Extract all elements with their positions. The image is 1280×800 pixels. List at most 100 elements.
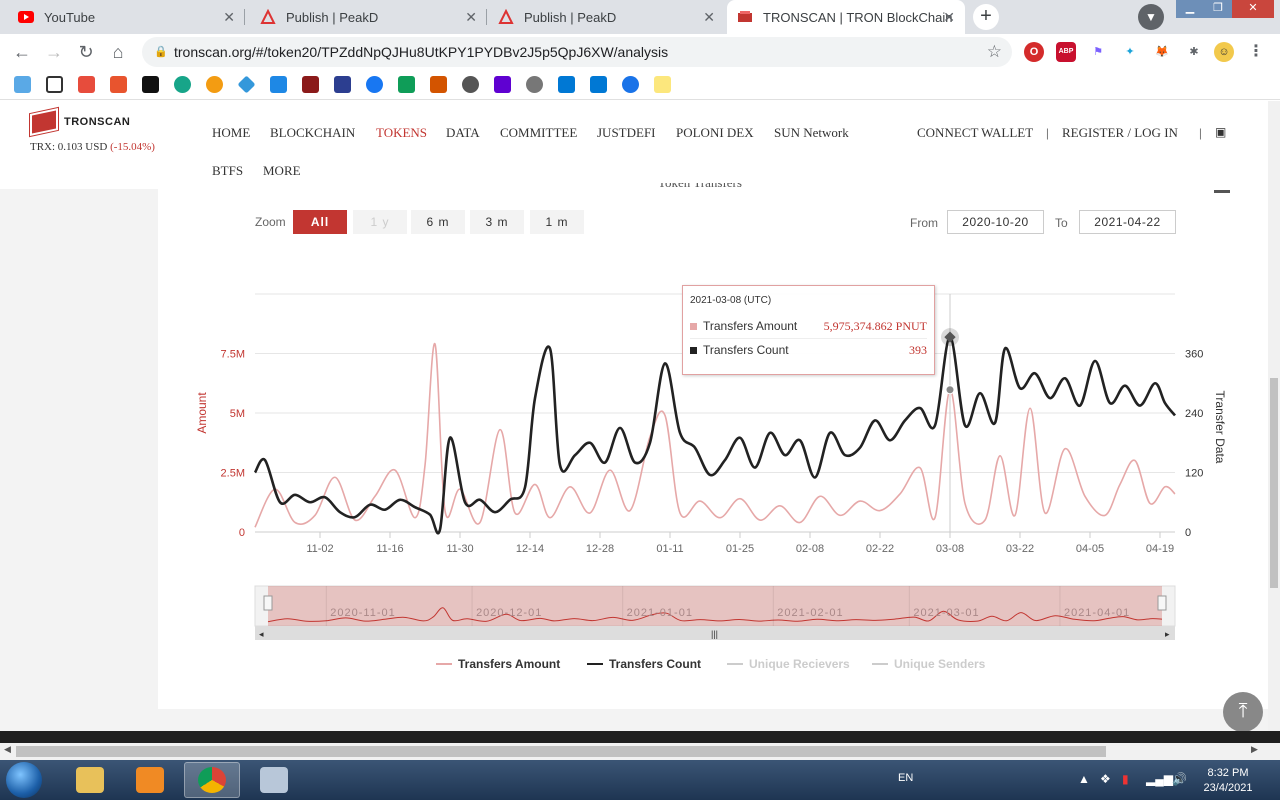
volume-icon[interactable]: 🔊 (1172, 772, 1187, 786)
legend-unique-receivers[interactable]: Unique Recievers (727, 657, 850, 671)
opera-extension-icon[interactable]: O (1024, 42, 1044, 62)
start-button[interactable] (6, 762, 42, 798)
bookmark-icon[interactable] (302, 76, 319, 93)
bookmark-star-icon[interactable]: ☆ (987, 37, 1002, 67)
legend-transfers-count[interactable]: Transfers Count (587, 657, 701, 671)
network-icon[interactable]: ▂▄▆ (1146, 772, 1173, 786)
globe-icon[interactable] (462, 76, 479, 93)
register-login-button[interactable]: REGISTER / LOG IN (1062, 125, 1178, 141)
page-viewport: TRONSCAN TRX: 0.103 USD (-15.04%) HOME B… (0, 101, 1268, 731)
bookmark-icon[interactable] (526, 76, 543, 93)
home-icon[interactable]: ⌂ (106, 40, 130, 64)
maximize-icon[interactable]: ❐ (1204, 0, 1232, 18)
tab-tronscan[interactable]: TRONSCAN | TRON BlockChain E ✕ (727, 0, 965, 34)
metamask-icon[interactable]: 🦊 (1152, 42, 1172, 62)
navigator-tick-label: 2021-03-01 (913, 607, 979, 619)
close-icon[interactable]: ✕ (223, 9, 235, 26)
taskbar-explorer[interactable] (62, 762, 118, 798)
y-right-tick-label: 120 (1185, 468, 1203, 480)
bookmark-icon[interactable] (270, 76, 287, 93)
lock-icon: 🔒 (154, 46, 168, 58)
avatar[interactable]: ☺ (1214, 42, 1234, 62)
bookmark-icon[interactable] (430, 76, 447, 93)
taskbar-chrome[interactable] (184, 762, 240, 798)
legend-line-icon (436, 663, 452, 665)
bookmark-icon[interactable] (78, 76, 95, 93)
forward-icon[interactable]: → (42, 40, 66, 64)
extension-icon[interactable]: ✦ (1120, 42, 1140, 62)
bookmark-icon[interactable] (237, 75, 256, 94)
nav-justdefi[interactable]: JUSTDEFI (597, 125, 656, 141)
bookmark-icon[interactable] (398, 76, 415, 93)
cube-icon[interactable]: ▣ (1215, 125, 1226, 140)
facebook-icon[interactable] (366, 76, 383, 93)
extension-icon[interactable]: ⚑ (1088, 42, 1108, 62)
nav-data[interactable]: DATA (446, 125, 480, 141)
scroll-right-icon[interactable]: ▶ (1251, 744, 1258, 755)
taskbar-calculator[interactable] (246, 762, 302, 798)
scroll-to-top-button[interactable]: ⤒ (1223, 692, 1263, 731)
nav-more[interactable]: MORE (263, 163, 301, 179)
nav-home[interactable]: HOME (212, 125, 250, 141)
profile-menu-icon[interactable]: ▼ (1138, 4, 1164, 30)
close-icon[interactable]: ✕ (465, 9, 477, 26)
gear-icon[interactable] (622, 76, 639, 93)
nav-committee[interactable]: COMMITTEE (500, 125, 577, 141)
hover-point-amount (945, 385, 955, 395)
language-indicator[interactable]: EN (898, 772, 913, 784)
address-bar[interactable]: 🔒 tronscan.org/#/token20/TPZddNpQJHu8UtK… (142, 37, 1012, 67)
outlook-icon[interactable] (590, 76, 607, 93)
window-close-icon[interactable]: ✕ (1232, 0, 1274, 18)
bookmark-icon[interactable] (14, 76, 31, 93)
system-clock[interactable]: 8:32 PM 23/4/2021 (1198, 766, 1258, 796)
tronscan-logo[interactable]: TRONSCAN (30, 108, 130, 136)
dropbox-icon[interactable]: ❖ (1100, 772, 1111, 786)
vertical-scrollbar[interactable] (1268, 101, 1280, 731)
taskbar-media-player[interactable] (122, 762, 178, 798)
battery-icon[interactable]: ▮ (1122, 772, 1129, 786)
bookmark-icon[interactable] (46, 76, 63, 93)
page-footer-strip (0, 731, 1280, 743)
bookmark-icon[interactable] (142, 76, 159, 93)
legend-transfers-amount[interactable]: Transfers Amount (436, 657, 560, 671)
browser-toolbar: ← → ↻ ⌂ 🔒 tronscan.org/#/token20/TPZddNp… (0, 34, 1280, 70)
scrollbar-thumb[interactable] (16, 746, 1106, 757)
minimize-icon[interactable]: ▁ (1176, 0, 1204, 18)
scrollbar-thumb[interactable] (1270, 378, 1278, 588)
nav-poloni-dex[interactable]: POLONI DEX (676, 125, 754, 141)
adblock-extension-icon[interactable]: ABP (1056, 42, 1076, 62)
tab-peakd-1[interactable]: Publish | PeakD ✕ (250, 0, 487, 34)
tronscan-icon (737, 9, 753, 25)
bookmark-icon[interactable] (334, 76, 351, 93)
menu-kebab-icon[interactable]: ⋮ (1246, 42, 1266, 62)
nav-blockchain[interactable]: BLOCKCHAIN (270, 125, 355, 141)
close-icon[interactable]: ✕ (943, 9, 955, 26)
tray-up-icon[interactable]: ▲ (1078, 772, 1090, 786)
horizontal-scrollbar[interactable]: ◀ ▶ (0, 743, 1280, 760)
scroll-left-icon[interactable]: ◀ (4, 744, 11, 755)
x-tick-label: 01-11 (656, 543, 683, 555)
tab-peakd-2[interactable]: Publish | PeakD ✕ (488, 0, 725, 34)
nav-sun-network[interactable]: SUN Network (774, 125, 849, 141)
bookmark-icon[interactable] (174, 76, 191, 93)
new-tab-button[interactable]: + (973, 4, 999, 30)
close-icon[interactable]: ✕ (703, 9, 715, 26)
tooltip-value: 5,975,374.862 PNUT (823, 319, 927, 333)
back-icon[interactable]: ← (10, 40, 34, 64)
legend-unique-senders[interactable]: Unique Senders (872, 657, 985, 671)
x-tick-label: 11-16 (376, 543, 403, 555)
transfers-chart[interactable]: 0 2.5M 5M 7.5M 0 120 240 360 Amount Transfer Data… (158, 189, 1268, 709)
yahoo-icon[interactable] (494, 76, 511, 93)
nav-btfs[interactable]: BTFS (212, 163, 243, 179)
outlook-icon[interactable] (558, 76, 575, 93)
bookmark-icon[interactable] (110, 76, 127, 93)
tab-title: TRONSCAN | TRON BlockChain E (763, 9, 953, 25)
peakd-icon (498, 9, 514, 25)
folder-icon[interactable] (654, 76, 671, 93)
bookmark-icon[interactable] (206, 76, 223, 93)
connect-wallet-button[interactable]: CONNECT WALLET (917, 125, 1033, 141)
tab-youtube[interactable]: YouTube ✕ (8, 0, 245, 34)
extensions-puzzle-icon[interactable]: ✱ (1184, 42, 1204, 62)
reload-icon[interactable]: ↻ (74, 40, 98, 64)
nav-tokens[interactable]: TOKENS (376, 125, 427, 141)
